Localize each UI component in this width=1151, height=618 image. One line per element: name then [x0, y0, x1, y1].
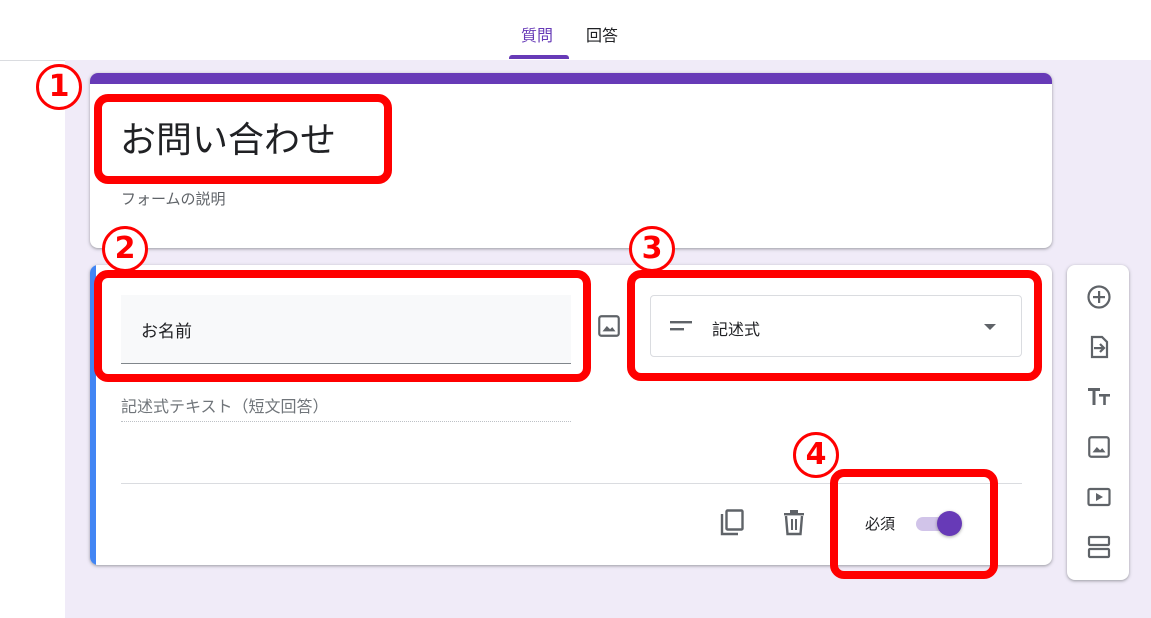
- annotation-marker-3: 3: [629, 226, 675, 272]
- add-video-icon: [1087, 487, 1111, 507]
- highlight-box-question-title: [94, 270, 591, 382]
- highlight-box-form-title: [94, 94, 392, 184]
- add-question-icon: [1087, 285, 1111, 309]
- top-tab-bar: 質問 回答: [0, 0, 1151, 61]
- add-section-icon: [1087, 535, 1111, 559]
- tab-responses[interactable]: 回答: [586, 22, 618, 46]
- title-card-accent-bar: [90, 73, 1052, 84]
- add-video-button[interactable]: [1086, 484, 1112, 510]
- import-questions-button[interactable]: [1086, 334, 1112, 360]
- add-image-button[interactable]: [1086, 434, 1112, 460]
- copy-icon: [720, 509, 744, 536]
- import-questions-icon: [1090, 335, 1109, 359]
- image-icon: [598, 315, 620, 337]
- highlight-box-required-toggle: [830, 469, 998, 579]
- duplicate-question-button[interactable]: [718, 508, 746, 538]
- short-answer-placeholder: 記述式テキスト（短文回答）: [121, 393, 571, 422]
- annotation-marker-1: 1: [36, 64, 82, 110]
- add-question-button[interactable]: [1086, 284, 1112, 310]
- add-question-image-button[interactable]: [596, 313, 622, 339]
- add-title-button[interactable]: [1086, 384, 1112, 410]
- add-section-button[interactable]: [1086, 534, 1112, 560]
- delete-question-button[interactable]: [781, 508, 807, 538]
- form-description[interactable]: フォームの説明: [121, 188, 226, 209]
- annotation-marker-2: 2: [102, 226, 148, 272]
- highlight-box-question-type: [627, 270, 1042, 381]
- tab-questions[interactable]: 質問: [521, 22, 553, 46]
- active-tab-indicator: [509, 55, 569, 59]
- add-image-icon: [1088, 436, 1110, 458]
- add-title-icon: [1088, 388, 1110, 405]
- annotation-marker-4: 4: [793, 432, 839, 478]
- floating-toolbar: [1067, 265, 1129, 580]
- trash-icon: [784, 510, 804, 536]
